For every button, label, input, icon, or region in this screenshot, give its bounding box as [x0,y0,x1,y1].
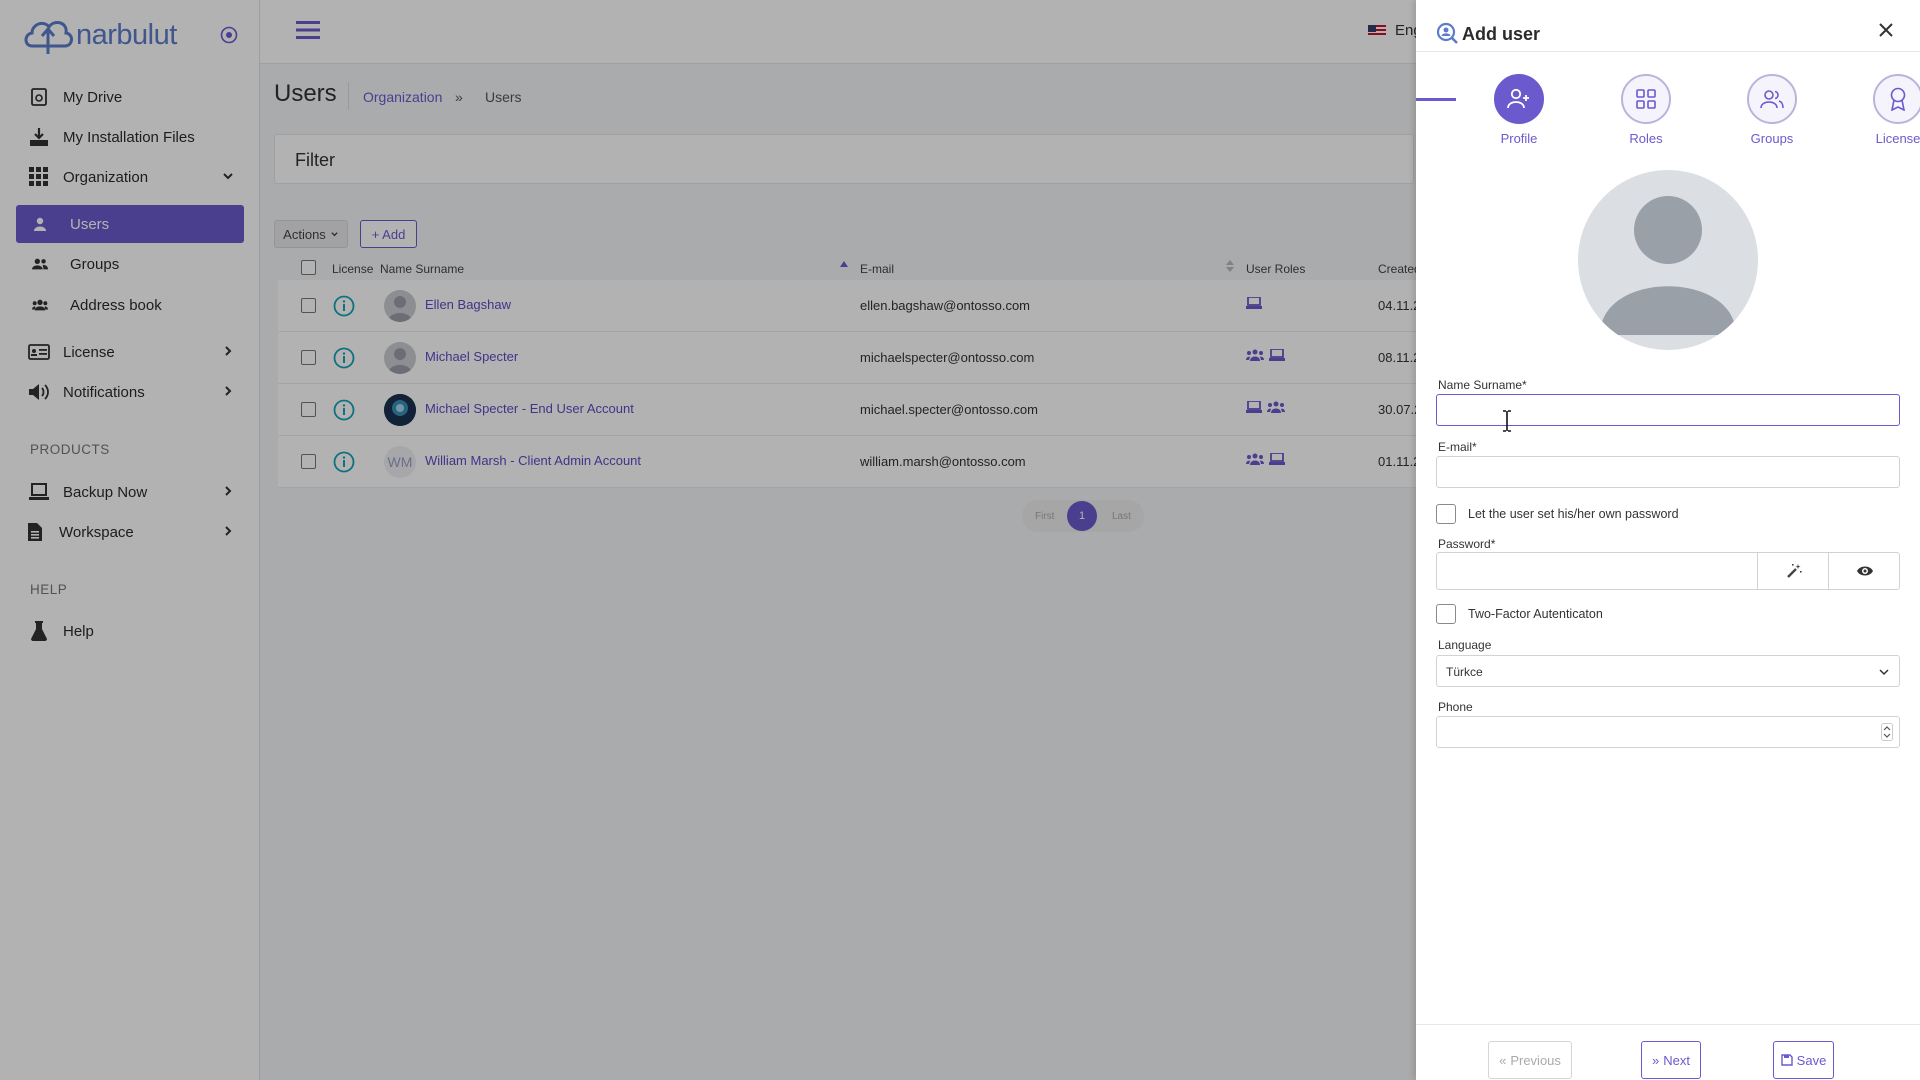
chevron-down-icon [1879,669,1889,676]
name-surname-label: Name Surname* [1438,378,1527,392]
two-factor-option[interactable]: Two-Factor Autenticaton [1436,604,1603,624]
own-password-option[interactable]: Let the user set his/her own password [1436,504,1679,524]
step-license[interactable]: License [1858,74,1920,146]
eye-icon [1856,566,1873,576]
floppy-disk-icon [1780,1054,1793,1066]
modal-backdrop[interactable] [0,0,1416,1080]
language-select[interactable]: Türkce [1436,655,1900,687]
password-field-group [1436,552,1900,590]
user-search-icon [1436,22,1458,44]
language-label: Language [1438,638,1492,652]
default-user-icon [1600,196,1736,335]
close-icon[interactable] [1878,22,1894,38]
number-spinner-icon[interactable] [1881,723,1893,741]
email-input[interactable] [1436,456,1900,488]
own-password-label: Let the user set his/her own password [1468,507,1679,521]
two-factor-checkbox[interactable] [1436,604,1456,624]
own-password-checkbox[interactable] [1436,504,1456,524]
users-icon [1760,90,1784,109]
double-chevron-right-icon: » [1652,1052,1660,1068]
phone-input[interactable] [1436,716,1900,748]
step-label: Groups [1750,131,1794,146]
generate-password-button[interactable] [1757,553,1829,589]
step-label: License [1875,131,1920,146]
text-cursor-icon [1503,410,1511,432]
drawer-title: Add user [1462,24,1541,44]
step-profile[interactable]: Profile [1479,74,1559,146]
magic-wand-icon [1786,564,1802,578]
next-label: Next [1663,1052,1690,1068]
step-label: Profile [1500,131,1538,146]
drawer-footer: « Previous » Next Save [1416,1024,1920,1080]
step-groups[interactable]: Groups [1732,74,1812,146]
language-selected-value: Türkce [1446,665,1483,679]
password-label: Password* [1438,537,1496,551]
profile-photo-placeholder[interactable] [1578,170,1758,350]
save-label: Save [1796,1052,1827,1068]
previous-label: Previous [1510,1052,1561,1068]
grid-icon [1636,89,1656,109]
add-user-drawer: Add user Profile Roles Groups License Na… [1416,0,1920,1080]
step-label: Roles [1629,131,1663,146]
drawer-header: Add user [1416,0,1920,52]
show-password-button[interactable] [1828,553,1900,589]
save-button[interactable]: Save [1773,1041,1834,1079]
phone-label: Phone [1438,700,1473,714]
previous-button[interactable]: « Previous [1488,1041,1572,1079]
email-label: E-mail* [1438,440,1477,454]
two-factor-label: Two-Factor Autenticaton [1468,607,1603,621]
step-roles[interactable]: Roles [1606,74,1686,146]
user-plus-icon [1507,88,1529,109]
next-button[interactable]: » Next [1641,1041,1701,1079]
award-icon [1890,87,1906,111]
password-input[interactable] [1437,553,1757,589]
double-chevron-left-icon: « [1499,1052,1507,1068]
stepper-progress-line [1416,98,1456,101]
